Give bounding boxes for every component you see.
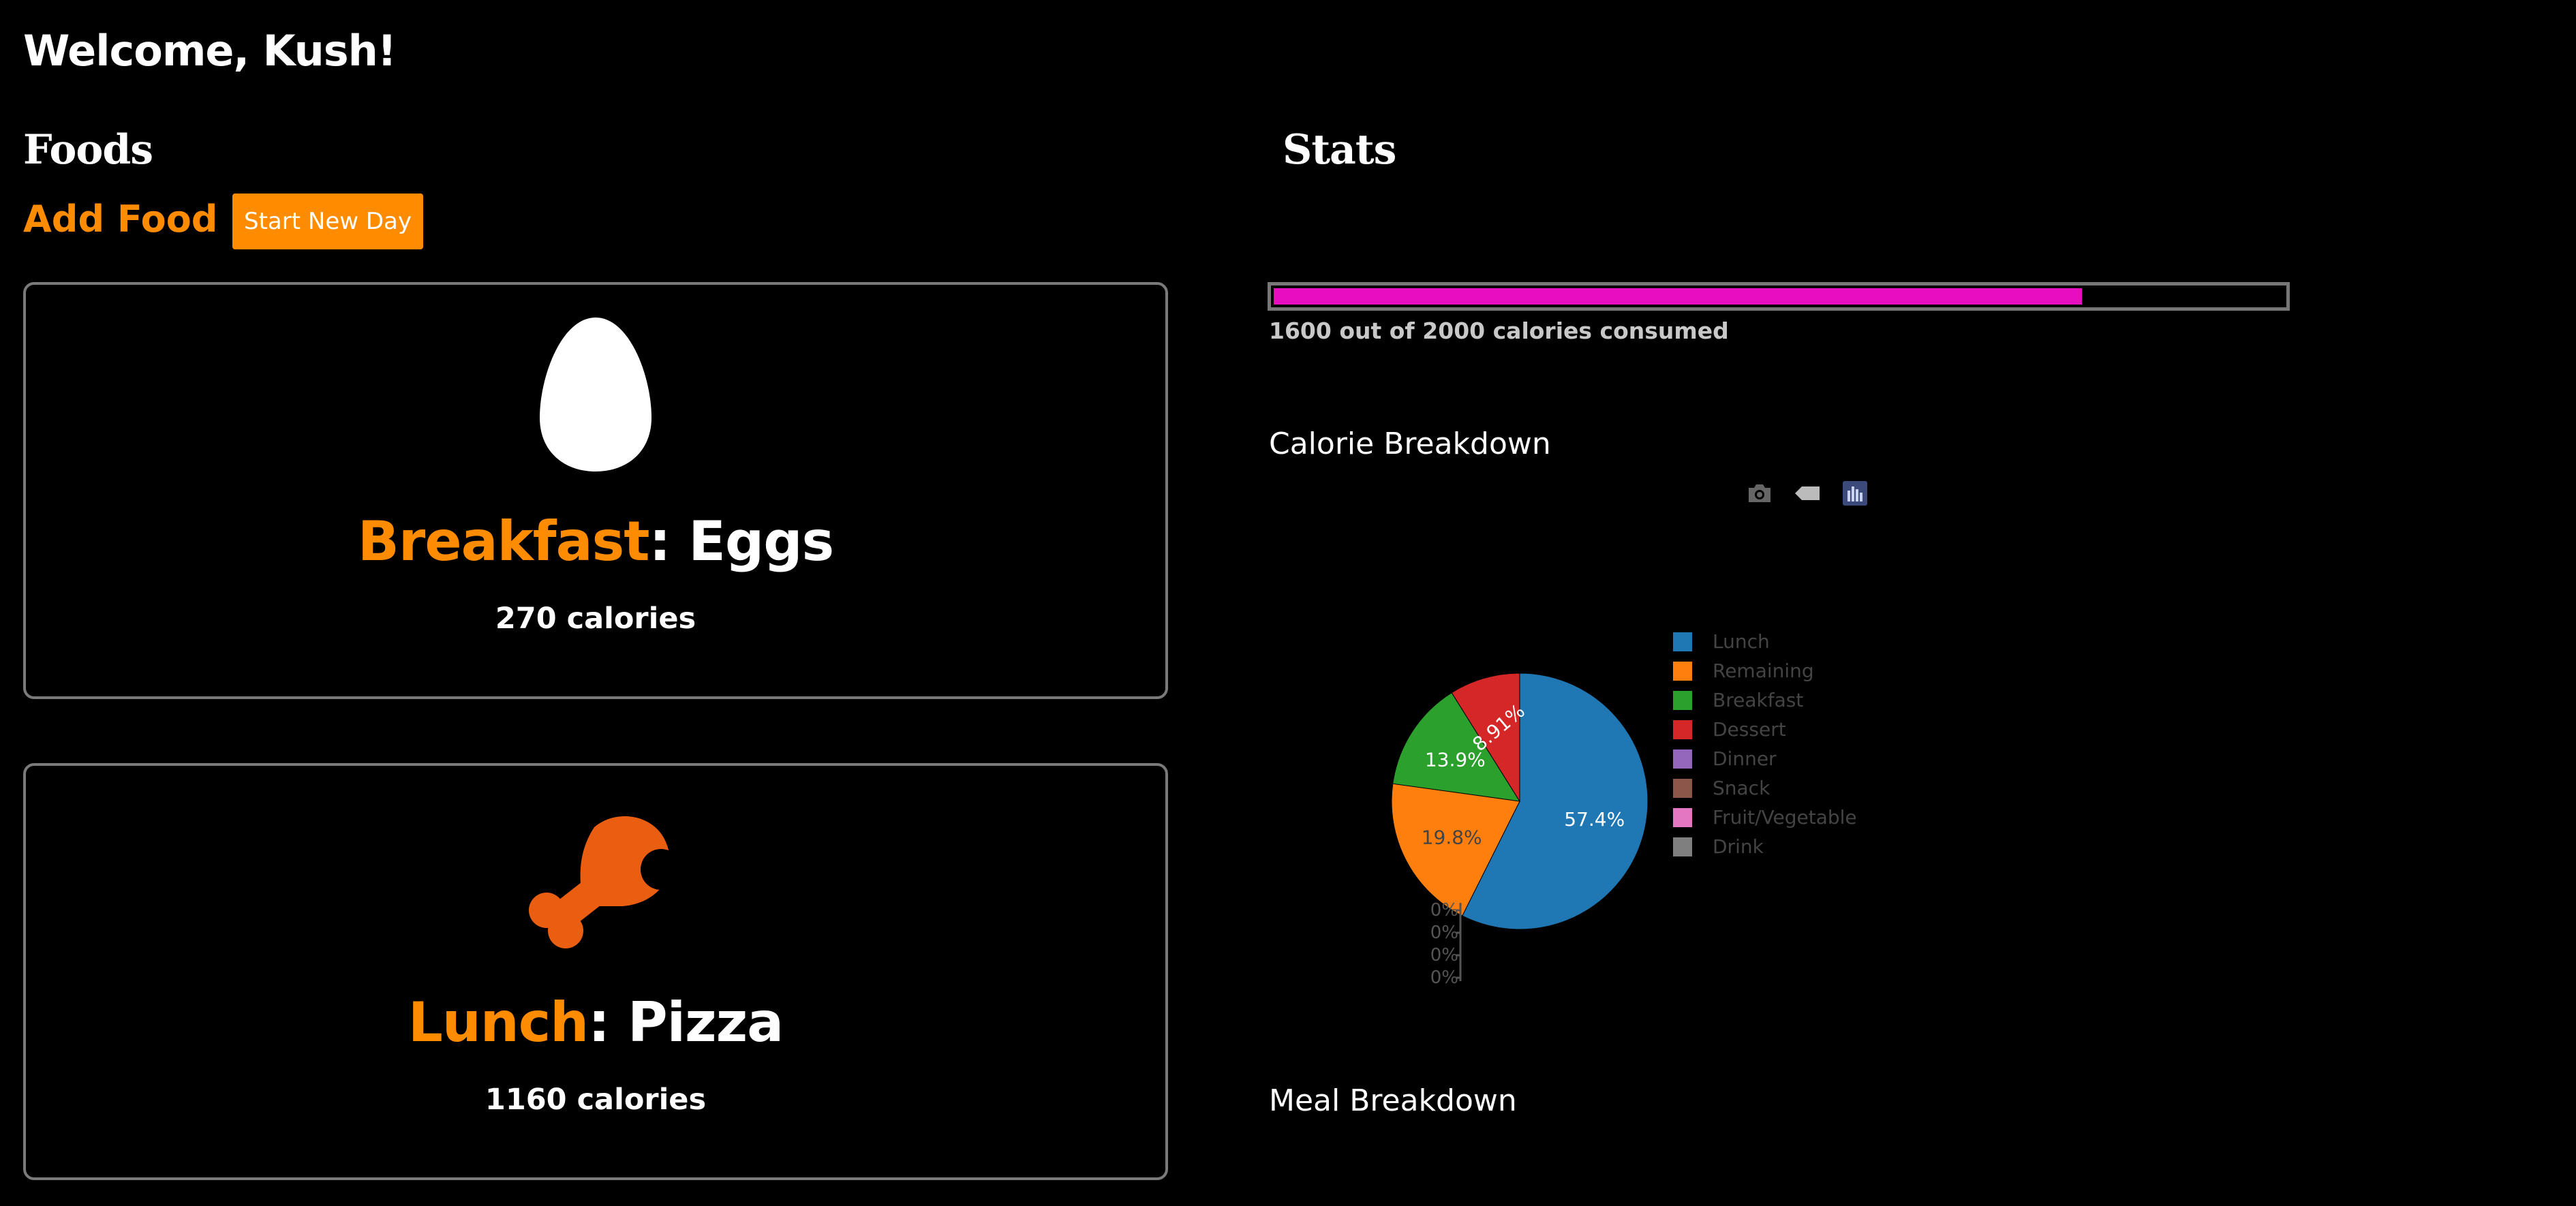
legend-label: Breakfast <box>1713 689 1804 711</box>
pie-legend: Lunch Remaining Breakfast Dessert Dinner… <box>1673 627 1857 861</box>
legend-label: Remaining <box>1713 660 1814 682</box>
legend-swatch <box>1673 749 1692 769</box>
legend-item[interactable]: Snack <box>1673 773 1857 803</box>
legend-item[interactable]: Lunch <box>1673 627 1857 656</box>
zero-percent-label: 0% <box>1430 923 1458 943</box>
legend-item[interactable]: Dinner <box>1673 744 1857 773</box>
pie-percent-label: 57.4% <box>1564 808 1625 831</box>
legend-item[interactable]: Drink <box>1673 832 1857 861</box>
legend-swatch <box>1673 778 1692 798</box>
legend-swatch <box>1673 720 1692 739</box>
app-root: Welcome, Kush! Foods Add Food Start New … <box>0 0 2576 1206</box>
legend-swatch <box>1673 632 1692 651</box>
pie-percent-label: 19.8% <box>1422 826 1482 849</box>
zero-percent-label: 0% <box>1430 900 1458 921</box>
legend-label: Dinner <box>1713 747 1777 770</box>
meal-breakdown-title: Meal Breakdown <box>1269 1083 1517 1118</box>
legend-label: Snack <box>1713 777 1770 799</box>
calorie-pie-chart: 57.4%19.8%13.9%8.91% <box>1391 672 1649 981</box>
zero-percent-label: 0% <box>1430 945 1458 965</box>
legend-label: Fruit/Vegetable <box>1713 806 1857 829</box>
zero-percent-label: 0% <box>1430 968 1458 988</box>
legend-label: Dessert <box>1713 718 1786 741</box>
legend-swatch <box>1673 661 1692 681</box>
legend-label: Drink <box>1713 835 1764 858</box>
zero-slice-labels: 0% 0% 0% 0% <box>1424 899 1458 989</box>
legend-item[interactable]: Fruit/Vegetable <box>1673 803 1857 832</box>
legend-swatch <box>1673 690 1692 710</box>
legend-item[interactable]: Remaining <box>1673 656 1857 685</box>
legend-swatch <box>1673 837 1692 856</box>
pie-percent-label: 13.9% <box>1425 749 1486 771</box>
legend-swatch <box>1673 807 1692 827</box>
legend-label: Lunch <box>1713 630 1770 653</box>
legend-item[interactable]: Breakfast <box>1673 685 1857 715</box>
legend-item[interactable]: Dessert <box>1673 715 1857 744</box>
